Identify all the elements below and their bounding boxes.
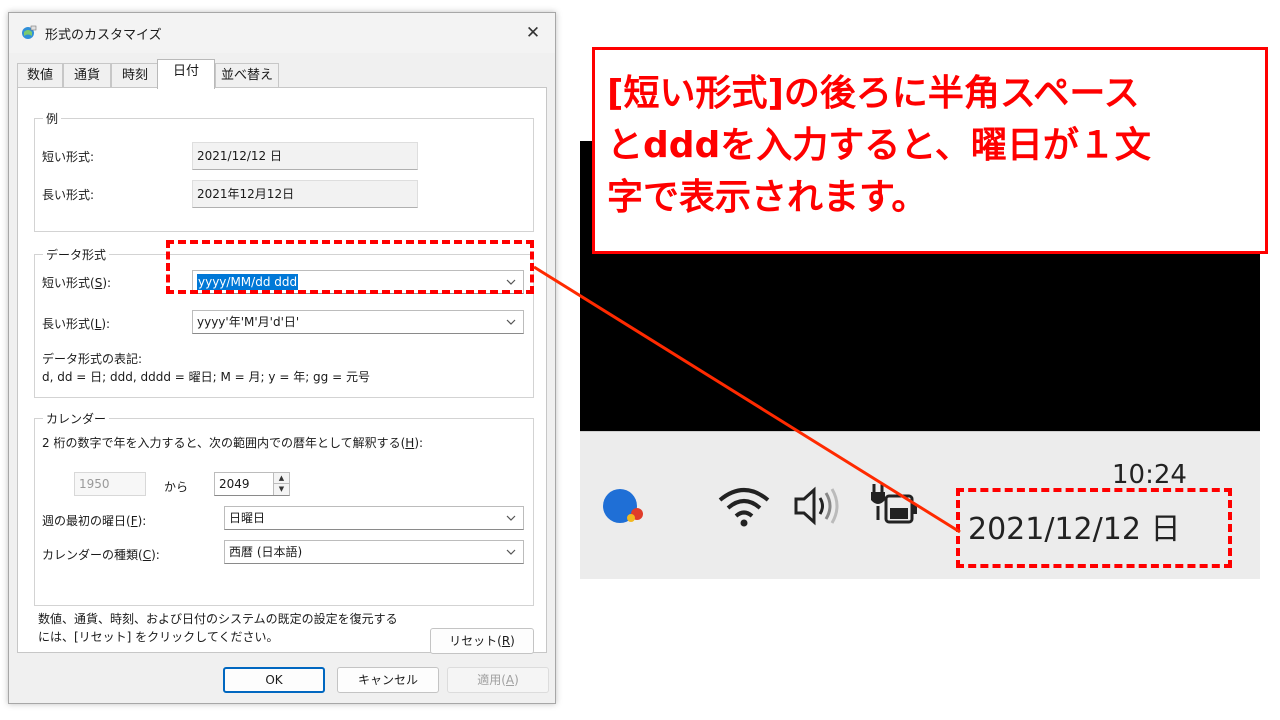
short-format-label: 短い形式(S):: [42, 276, 112, 290]
assistant-icon[interactable]: [600, 484, 648, 532]
tab-time[interactable]: 時刻: [111, 63, 159, 87]
explanation-callout: [短い形式]の後ろに半角スペース とdddを入力すると、曜日が１文 字で表示され…: [592, 47, 1268, 254]
long-format-combo[interactable]: yyyy'年'M'月'd'日': [192, 310, 524, 334]
dialog-title: 形式のカスタマイズ: [45, 28, 162, 43]
spin-up-icon[interactable]: ▲: [273, 473, 289, 484]
short-format-highlight: [166, 240, 534, 294]
ok-button[interactable]: OK: [223, 667, 325, 693]
customize-format-dialog: 形式のカスタマイズ ✕ 数値 通貨 時刻 日付 並べ替え 例 短い形式: 202…: [8, 12, 556, 704]
first-day-value[interactable]: 日曜日: [229, 511, 265, 525]
year-to-label: から: [164, 480, 189, 494]
example-group: 例: [34, 110, 534, 232]
first-day-combo[interactable]: 日曜日: [224, 506, 524, 530]
year-from-field: 1950: [74, 472, 146, 496]
notation-title: データ形式の表記:: [42, 352, 143, 366]
spin-down-icon[interactable]: ▼: [273, 484, 289, 495]
example-long-label: 長い形式:: [42, 188, 95, 202]
battery-plug-icon[interactable]: [868, 480, 920, 532]
notation-text: d, dd = 日; ddd, dddd = 曜日; M = 月; y = 年;…: [42, 370, 370, 384]
speaker-icon[interactable]: [792, 484, 844, 528]
example-short-label: 短い形式:: [42, 150, 95, 164]
example-long-value: 2021年12月12日: [192, 180, 418, 208]
chevron-down-icon[interactable]: [505, 541, 517, 563]
app-icon: [22, 25, 37, 39]
callout-line-1: [短い形式]の後ろに半角スペース: [607, 73, 1140, 114]
tab-date[interactable]: 日付: [157, 59, 215, 89]
calendar-group-label: カレンダー: [43, 410, 110, 427]
long-format-label: 長い形式(L):: [42, 317, 111, 331]
date-tab-panel: 例 短い形式: 2021/12/12 日 長い形式: 2021年12月12日 デ…: [17, 87, 547, 654]
taskbar-date-highlight: [956, 488, 1232, 568]
wifi-icon[interactable]: [716, 482, 772, 530]
reset-note-line-1: 数値、通貨、時刻、および日付のシステムの既定の設定を復元する: [38, 612, 398, 626]
cancel-button[interactable]: キャンセル: [337, 667, 439, 693]
first-day-label: 週の最初の曜日(F):: [42, 514, 147, 528]
tab-currency[interactable]: 通貨: [63, 63, 111, 87]
taskbar-time[interactable]: 10:24: [1112, 460, 1187, 490]
year-to-spinner[interactable]: 2049 ▲ ▼: [214, 472, 290, 496]
callout-line-2: とdddを入力すると、曜日が１文: [607, 125, 1151, 166]
tab-number[interactable]: 数値: [17, 63, 63, 87]
reset-note-line-2: には、[リセット] をクリックしてください。: [38, 630, 279, 644]
chevron-down-icon[interactable]: [505, 311, 517, 333]
apply-button[interactable]: 適用(A): [447, 667, 549, 693]
calendar-type-label: カレンダーの種類(C):: [42, 548, 160, 562]
callout-line-3: 字で表示されます。: [607, 177, 928, 218]
long-format-value[interactable]: yyyy'年'M'月'd'日': [197, 315, 299, 329]
example-short-value: 2021/12/12 日: [192, 142, 418, 170]
data-format-group-label: データ形式: [43, 246, 110, 263]
reset-button[interactable]: リセット(R): [430, 628, 534, 654]
calendar-type-combo[interactable]: 西暦 (日本語): [224, 540, 524, 564]
close-icon[interactable]: ✕: [523, 23, 543, 43]
two-digit-year-desc: 2 桁の数字で年を入力すると、次の範囲内での暦年として解釈する(H):: [42, 436, 424, 450]
chevron-down-icon[interactable]: [505, 507, 517, 529]
year-to-value[interactable]: 2049: [219, 477, 250, 491]
tab-sort[interactable]: 並べ替え: [215, 63, 279, 87]
calendar-type-value[interactable]: 西暦 (日本語): [229, 545, 302, 559]
example-group-label: 例: [43, 110, 62, 127]
title-bar[interactable]: 形式のカスタマイズ ✕: [9, 13, 555, 53]
